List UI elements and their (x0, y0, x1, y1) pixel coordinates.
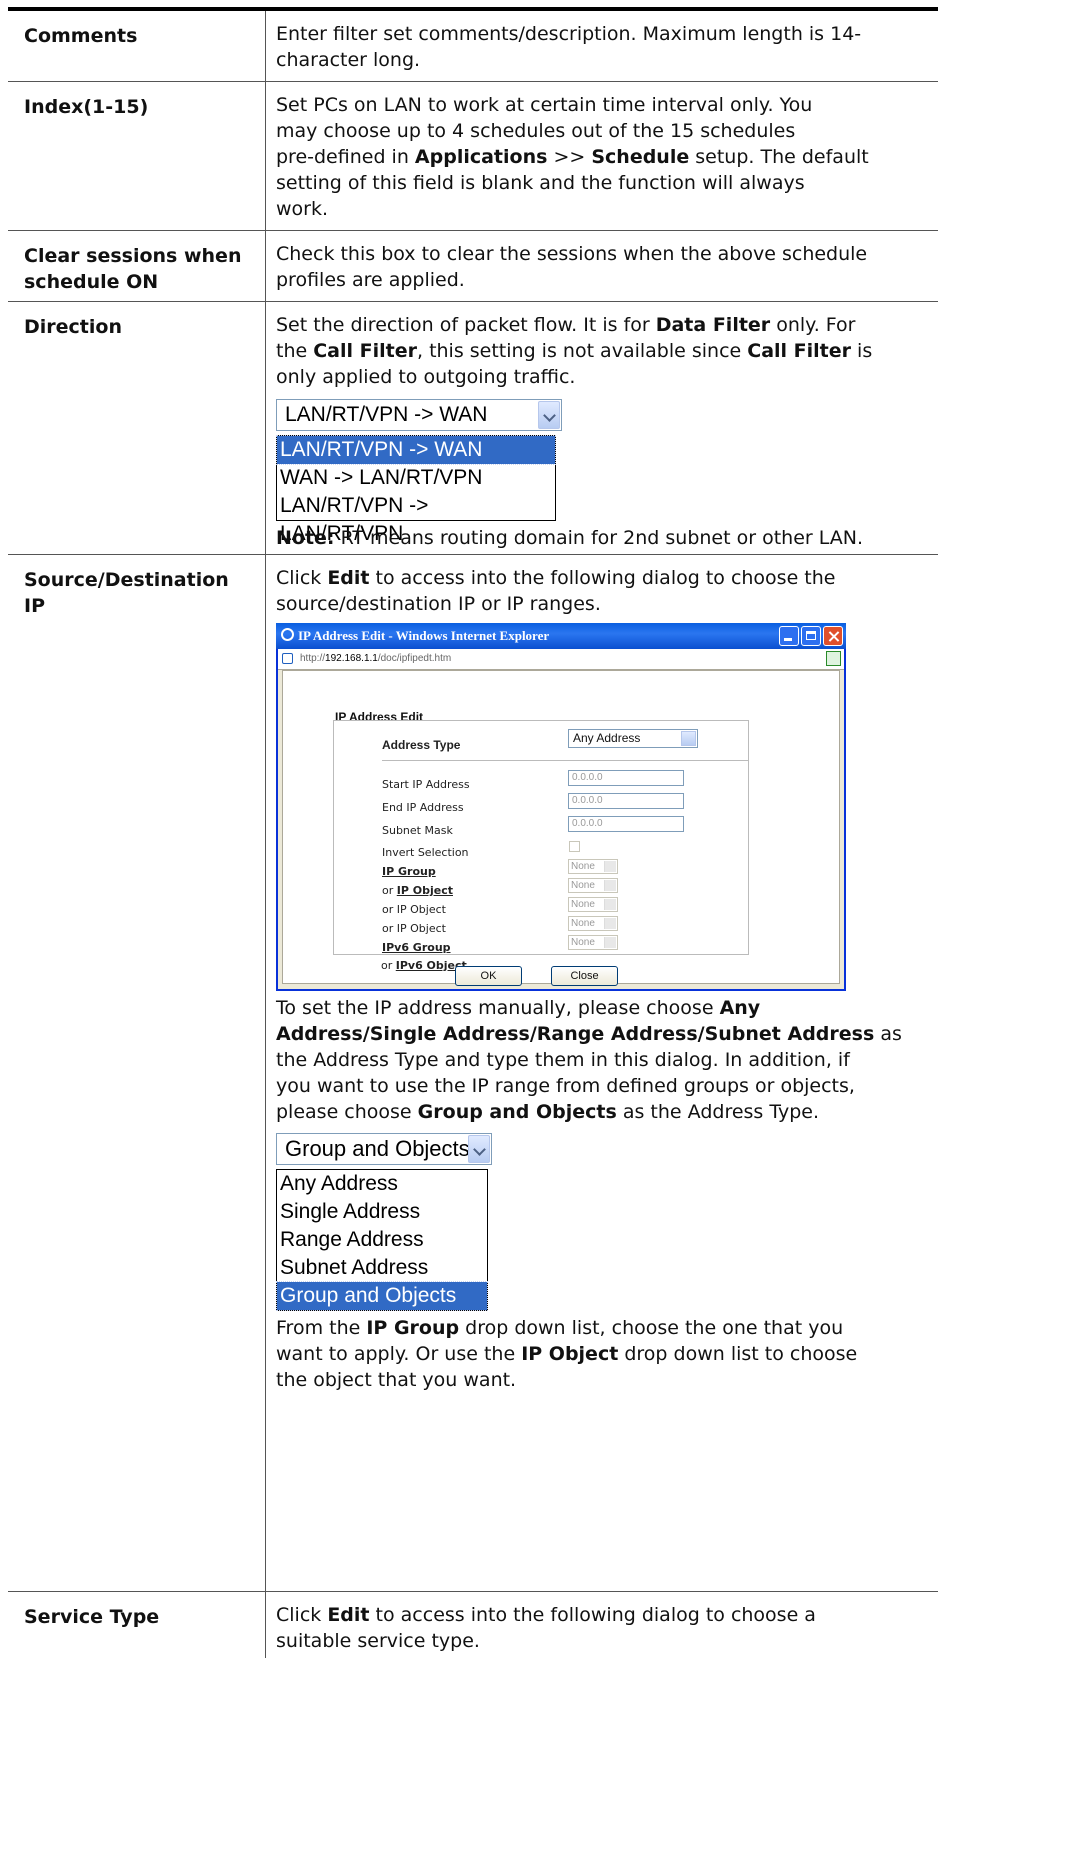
direction-select[interactable]: LAN/RT/VPN -> WAN (276, 399, 562, 431)
address-type-label: Address Type (382, 738, 461, 752)
ip-address-form: Address Type Any Address Start IP Addres… (333, 720, 749, 955)
srcdst-desc-8: From the IP Group drop down list, choose… (276, 1317, 844, 1339)
row-source-destination-ip: Source/Destination IP Click Edit to acce… (8, 555, 938, 1592)
dialog-content: IP Address Edit Address Type Any Address… (282, 670, 840, 986)
chevron-down-icon[interactable] (538, 401, 560, 429)
start-ip-input[interactable]: 0.0.0.0 (568, 770, 684, 786)
clear-desc-1: Check this box to clear the sessions whe… (276, 243, 868, 265)
direction-desc-2: the Call Filter, this setting is not ava… (276, 340, 873, 362)
clear-desc-2: profiles are applied. (276, 269, 465, 291)
comments-desc-1: Enter filter set comments/description. M… (276, 23, 862, 45)
address-type-select[interactable]: Any Address (568, 729, 698, 748)
close-icon[interactable] (823, 626, 843, 646)
ip-object-select[interactable]: None (568, 916, 618, 931)
direction-option[interactable]: WAN -> LAN/RT/VPN (277, 464, 555, 492)
subnet-mask-input[interactable]: 0.0.0.0 (568, 816, 684, 832)
label-comments: Comments (8, 11, 266, 81)
index-desc-1: Set PCs on LAN to work at certain time i… (276, 94, 813, 116)
direction-option[interactable]: LAN/RT/VPN -> WAN (276, 435, 556, 465)
address-type-option[interactable]: Range Address (277, 1226, 487, 1254)
direction-desc-1: Set the direction of packet flow. It is … (276, 314, 856, 336)
ip-object-link[interactable]: IP Object (397, 884, 453, 897)
label-index: Index(1-15) (8, 82, 266, 230)
address-type-option[interactable]: Single Address (277, 1198, 487, 1226)
row-index: Index(1-15) Set PCs on LAN to work at ce… (8, 82, 938, 231)
address-type-option[interactable]: Subnet Address (277, 1254, 487, 1282)
ok-button[interactable]: OK (455, 966, 522, 986)
ie-icon (281, 628, 294, 641)
srcdst-desc-2: source/destination IP or IP ranges. (276, 593, 601, 615)
row-direction: Direction Set the direction of packet fl… (8, 302, 938, 555)
chevron-down-icon[interactable] (681, 731, 696, 746)
label-service-type: Service Type (8, 1592, 266, 1658)
direction-desc-3: only applied to outgoing traffic. (276, 366, 576, 388)
index-desc-2: may choose up to 4 schedules out of the … (276, 120, 796, 142)
srcdst-desc-1: Click Edit to access into the following … (276, 567, 836, 589)
label-clear-sessions: Clear sessions when schedule ON (8, 231, 266, 301)
applications-term: Applications (414, 146, 548, 168)
close-button[interactable]: Close (551, 966, 618, 986)
address-type-option[interactable]: Group and Objects (276, 1281, 488, 1311)
srcdst-desc-4: Address/Single Address/Range Address/Sub… (276, 1023, 902, 1045)
srcdst-desc-10: the object that you want. (276, 1369, 517, 1391)
schedule-term: Schedule (591, 146, 690, 168)
srcdst-desc-6: you want to use the IP range from define… (276, 1075, 855, 1097)
srcdst-desc-9: want to apply. Or use the IP Object drop… (276, 1343, 858, 1365)
page-icon (282, 653, 293, 664)
address-type-option[interactable]: Any Address (277, 1170, 487, 1198)
chevron-down-icon[interactable] (468, 1135, 490, 1163)
row-comments: Comments Enter filter set comments/descr… (8, 11, 938, 82)
ip-group-link[interactable]: IP Group (382, 865, 436, 878)
service-desc-2: suitable service type. (276, 1630, 480, 1652)
ip-group-select[interactable]: None (568, 859, 618, 874)
label-source-destination-ip: Source/Destination IP (8, 555, 266, 1591)
direction-options: LAN/RT/VPN -> WAN WAN -> LAN/RT/VPN LAN/… (276, 435, 556, 545)
service-desc-1: Click Edit to access into the following … (276, 1604, 816, 1626)
end-ip-input[interactable]: 0.0.0.0 (568, 793, 684, 809)
window-title-bar: IP Address Edit - Windows Internet Explo… (276, 623, 846, 649)
comments-desc-2: character long. (276, 49, 421, 71)
srcdst-desc-5: the Address Type and type them in this d… (276, 1049, 850, 1071)
direction-option[interactable]: LAN/RT/VPN -> LAN/RT/VPN (277, 492, 555, 545)
row-service-type: Service Type Click Edit to access into t… (8, 1592, 938, 1658)
address-type-dropdown: Group and Objects Any Address Single Add… (276, 1133, 492, 1311)
label-direction: Direction (8, 302, 266, 554)
refresh-icon[interactable] (826, 651, 841, 666)
ipv6-group-select[interactable]: None (568, 935, 618, 950)
direction-note: Note: RT means routing domain for 2nd su… (276, 527, 864, 549)
srcdst-desc-7: please choose Group and Objects as the A… (276, 1101, 820, 1123)
ipv6-object-label: or IPv6 Object (381, 959, 467, 972)
divider (382, 760, 748, 761)
ip-object-select[interactable]: None (568, 897, 618, 912)
index-desc-3: pre-defined in Applications >> Schedule … (276, 146, 869, 168)
maximize-icon[interactable] (801, 626, 821, 646)
ip-address-edit-window: IP Address Edit - Windows Internet Explo… (276, 623, 846, 991)
ip-object-select[interactable]: None (568, 878, 618, 893)
index-desc-5: work. (276, 198, 329, 220)
invert-selection-checkbox[interactable] (569, 841, 580, 852)
spec-table: Comments Enter filter set comments/descr… (8, 7, 938, 1658)
minimize-icon[interactable] (779, 626, 799, 646)
index-desc-4: setting of this field is blank and the f… (276, 172, 805, 194)
address-bar[interactable]: http://192.168.1.1/doc/ipfipedt.htm (278, 649, 844, 670)
direction-dropdown: LAN/RT/VPN -> WAN LAN/RT/VPN -> WAN WAN … (276, 399, 562, 545)
row-clear-sessions: Clear sessions when schedule ON Check th… (8, 231, 938, 302)
address-type-options: Any Address Single Address Range Address… (276, 1169, 488, 1311)
srcdst-desc-3: To set the IP address manually, please c… (276, 997, 761, 1019)
address-type-large-select[interactable]: Group and Objects (276, 1133, 492, 1165)
